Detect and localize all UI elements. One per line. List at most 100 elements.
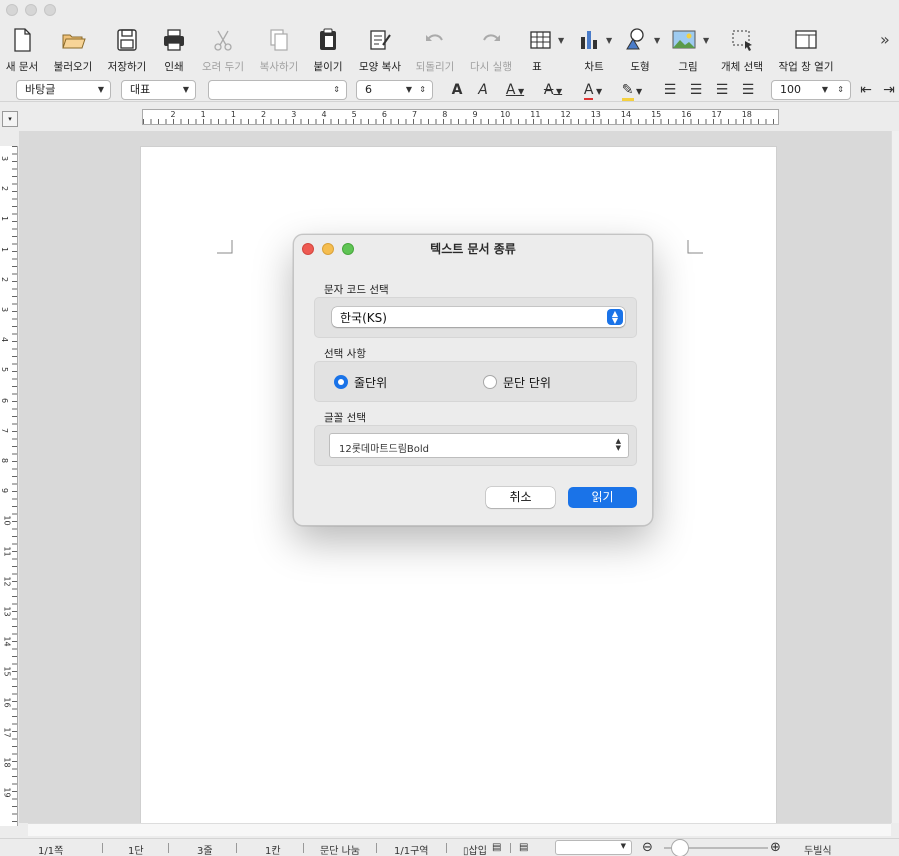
picture-button[interactable]: ▼ 그림 bbox=[670, 24, 714, 76]
vertical-scrollbar[interactable] bbox=[891, 131, 899, 823]
ruler-number: 10 bbox=[500, 110, 511, 119]
redo-icon bbox=[483, 34, 500, 41]
zoom-select[interactable]: 100 ▼ ⇕ bbox=[771, 80, 851, 100]
copy-button[interactable]: 복사하기 bbox=[256, 24, 302, 76]
ruler-number: 3 bbox=[291, 110, 297, 119]
status-section: 1/1구역 bbox=[394, 846, 429, 856]
font-name-select[interactable]: ⇕ bbox=[208, 80, 347, 100]
ruler-number: 18 bbox=[741, 110, 752, 119]
object-select-icon bbox=[732, 30, 752, 51]
zoom-out-icon[interactable]: ⊖ bbox=[642, 840, 653, 855]
new-document-button[interactable]: 새 문서 bbox=[2, 24, 42, 76]
ruler-number: 15 bbox=[651, 110, 662, 119]
status-bar: 1/1쪽 1단 3줄 1칸 문단 나눔 1/1구역 ▯삽입 ▤ ▤ ▼ ⊖ ⊕ … bbox=[0, 838, 899, 856]
ruler-number: 2 bbox=[0, 186, 10, 192]
format-painter-button[interactable]: 모양 복사 bbox=[356, 24, 404, 76]
bold-icon[interactable]: A bbox=[448, 80, 466, 100]
font-color-icon[interactable]: A ▼ bbox=[578, 80, 608, 100]
ruler-number: 13 bbox=[590, 110, 601, 119]
ruler-number: 6 bbox=[0, 397, 10, 403]
read-button[interactable]: 읽기 bbox=[568, 487, 637, 508]
paragraph-unit-label[interactable]: 문단 단위 bbox=[503, 374, 551, 391]
font-select[interactable]: 12롯데마트드림Bold ▲ ▼ bbox=[329, 433, 629, 458]
ruler-number: 12 bbox=[2, 576, 12, 587]
ruler-number: 19 bbox=[2, 787, 12, 798]
chart-button[interactable]: ▼ 차트 bbox=[574, 24, 618, 76]
ruler-number: 3 bbox=[0, 306, 10, 313]
decrease-indent-icon[interactable]: ⇤ bbox=[856, 80, 876, 100]
highlight-icon[interactable]: ✎ ▼ bbox=[617, 80, 647, 101]
ruler-number: 1 bbox=[0, 246, 10, 252]
zoom-in-icon[interactable]: ⊕ bbox=[770, 840, 781, 855]
new-document-icon bbox=[14, 28, 31, 52]
open-button[interactable]: 불러오기 bbox=[50, 24, 96, 76]
ruler-number: 9 bbox=[0, 488, 10, 494]
font-language-select[interactable]: 대표 ▼ bbox=[121, 80, 196, 100]
print-icon bbox=[164, 29, 184, 51]
cancel-button[interactable]: 취소 bbox=[486, 487, 555, 508]
stepper-icon: ▲ ▼ bbox=[607, 309, 623, 325]
minimize-window-button[interactable] bbox=[25, 4, 37, 16]
align-right-icon[interactable]: ☰ bbox=[712, 80, 732, 100]
close-window-button[interactable] bbox=[6, 4, 18, 16]
strikethrough-icon[interactable]: A ▼ bbox=[538, 80, 568, 100]
ruler-number: 2 bbox=[170, 110, 176, 119]
save-button[interactable]: 저장하기 bbox=[104, 24, 150, 76]
zoom-window-button[interactable] bbox=[44, 4, 56, 16]
dialog-title: 텍스트 문서 종류 bbox=[430, 242, 516, 256]
view-select[interactable]: ▼ bbox=[555, 840, 632, 855]
status-line: 3줄 bbox=[197, 846, 213, 856]
crop-mark bbox=[217, 240, 233, 254]
ruler-number: 18 bbox=[2, 757, 12, 768]
shapes-icon bbox=[626, 28, 644, 50]
ruler-number: 5 bbox=[351, 110, 357, 119]
picture-icon bbox=[672, 30, 696, 49]
font-group: 12롯데마트드림Bold ▲ ▼ bbox=[314, 425, 637, 466]
undo-button[interactable]: 되돌리기 bbox=[412, 24, 458, 76]
horizontal-scrollbar[interactable] bbox=[28, 823, 891, 836]
style-select[interactable]: 바탕글 ▼ bbox=[16, 80, 111, 100]
outline-view-icon[interactable]: ▤ bbox=[519, 842, 528, 853]
line-unit-label[interactable]: 줄단위 bbox=[354, 374, 387, 391]
chevron-down-icon: ▼ bbox=[606, 36, 613, 45]
ruler-number: 8 bbox=[442, 110, 448, 119]
zoom-slider-thumb[interactable] bbox=[671, 839, 689, 856]
document-view-icon[interactable]: ▤ bbox=[492, 842, 501, 853]
shapes-button[interactable]: ▼ 도형 bbox=[622, 24, 666, 76]
paragraph-unit-radio[interactable] bbox=[483, 375, 497, 389]
ruler-number: 8 bbox=[0, 457, 10, 464]
redo-button[interactable]: 다시 실행 bbox=[468, 24, 514, 76]
paste-button[interactable]: 붙이기 bbox=[310, 24, 346, 76]
ruler-corner-button[interactable]: ▾ bbox=[2, 111, 18, 127]
encoding-label: 문자 코드 선택 bbox=[324, 284, 389, 296]
align-left-icon[interactable]: ☰ bbox=[660, 80, 680, 100]
ruler-number: 11 bbox=[2, 546, 12, 557]
underline-icon[interactable]: A ▼ bbox=[500, 80, 530, 100]
increase-indent-icon[interactable]: ⇥ bbox=[880, 80, 898, 100]
encoding-select[interactable]: 한국(KS) ▲ ▼ bbox=[332, 307, 625, 327]
ruler-number: 17 bbox=[711, 110, 722, 119]
table-button[interactable]: ▼ 표 bbox=[526, 24, 566, 76]
ruler-number: 14 bbox=[2, 636, 12, 647]
font-size-select[interactable]: 6 ▼ ⇕ bbox=[356, 80, 433, 100]
align-center-icon[interactable]: ☰ bbox=[686, 80, 706, 100]
chevron-down-icon: ▼ bbox=[821, 85, 828, 94]
object-select-button[interactable]: 개체 선택 bbox=[718, 24, 766, 76]
chart-icon bbox=[581, 31, 597, 49]
line-unit-radio[interactable] bbox=[334, 375, 348, 389]
cut-button[interactable]: 오려 두기 bbox=[200, 24, 246, 76]
insert-mode[interactable]: ▯삽입 bbox=[463, 842, 487, 856]
font-select-label: 글꼴 선택 bbox=[324, 412, 366, 424]
vertical-ruler[interactable]: 3 2 1 1 2 3 4 5 6 7 8 9 10 11 12 13 14 15 16 17 18 19 bbox=[0, 146, 18, 826]
align-justify-icon[interactable]: ☰ bbox=[738, 80, 758, 100]
format-bar: 바탕글 ▼ 대표 ▼ ⇕ 6 ▼ ⇕ A A A ▼ A ▼ A ▼ ✎ ▼ ☰ ☰ ☰… bbox=[0, 78, 899, 102]
chevron-double-right-icon[interactable]: » bbox=[880, 30, 890, 49]
italic-icon[interactable]: A bbox=[474, 80, 492, 100]
print-button[interactable]: 인쇄 bbox=[156, 24, 192, 76]
main-toolbar: 새 문서 불러오기 저장하기 인쇄 오려 두기 복사하기 붙이기 모양 복사 되… bbox=[0, 24, 899, 76]
chevron-down-icon: ▼ bbox=[97, 85, 104, 94]
horizontal-ruler[interactable]: 2 1 1 2 3 4 5 6 7 8 9 10 11 12 13 14 15 16 17 18 bbox=[142, 109, 779, 125]
task-pane-button[interactable]: 작업 창 열기 bbox=[776, 24, 836, 76]
ruler-number: 1 bbox=[200, 110, 206, 119]
view-mode-label: 두빌식 bbox=[804, 846, 832, 856]
